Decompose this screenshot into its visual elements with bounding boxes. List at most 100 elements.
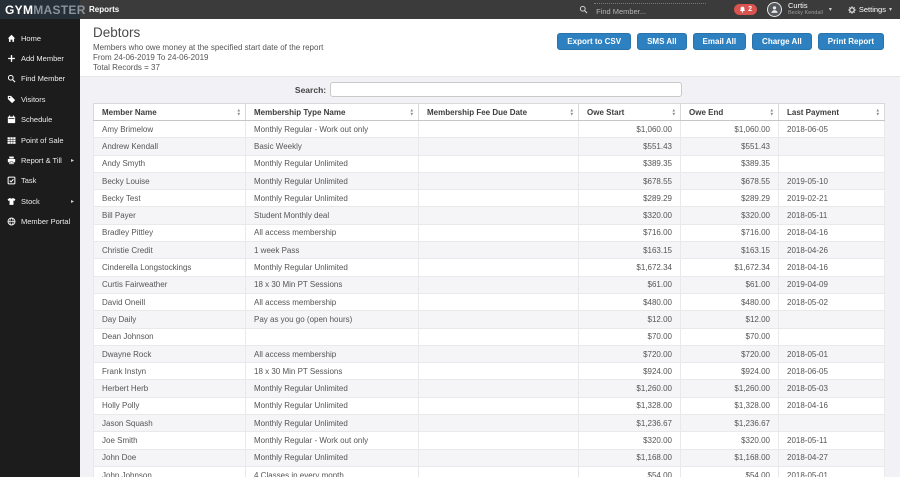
cell-owe-start: $720.00	[578, 344, 681, 364]
email-all-button[interactable]: Email All	[692, 33, 747, 50]
table-row[interactable]: Andrew Kendall Basic Weekly $551.43 $551.43	[93, 137, 885, 156]
sidebar-item-report-till[interactable]: Report & Till ▸	[0, 150, 80, 170]
shirt-icon	[7, 197, 16, 206]
cell-owe-start: $1,168.00	[578, 448, 681, 467]
notification-badge[interactable]: 2	[734, 4, 757, 15]
cell-last-payment: 2018-05-11	[778, 206, 885, 225]
sidebar-item-label: Add Member	[21, 54, 64, 64]
table-row[interactable]: Bradley Pittley All access membership $716…	[93, 223, 885, 243]
table-row[interactable]: Becky Louise Monthly Regular Unlimited $67…	[93, 171, 885, 191]
cell-membership-type-name: 18 x 30 Min PT Sessions	[245, 275, 419, 294]
table-row[interactable]: Dwayne Rock All access membership $720.00 $…	[93, 344, 885, 364]
sidebar-item-point-of-sale[interactable]: Point of Sale	[0, 130, 80, 150]
logo-master-text: MASTER	[33, 2, 86, 17]
user-name: Curtis	[788, 1, 808, 11]
table-row[interactable]: Dean Johnson $70.00 $70.00	[93, 327, 885, 346]
table-row[interactable]: Curtis Fairweather 18 x 30 Min PT Session…	[93, 275, 885, 294]
avatar[interactable]	[767, 2, 782, 17]
cell-owe-end: $551.43	[680, 137, 779, 156]
search-input[interactable]	[330, 82, 683, 97]
cell-member-name: Day Daily	[93, 310, 246, 329]
cell-owe-start: $1,260.00	[578, 379, 681, 398]
sms-all-button[interactable]: SMS All	[637, 33, 687, 50]
cell-member-name: Becky Louise	[93, 171, 246, 191]
column-header-owe-start[interactable]: Owe Start ▲ ▼	[578, 103, 681, 121]
main-content: Debtors Members who owe money at the spe…	[80, 19, 900, 477]
cell-member-name: Herbert Herb	[93, 379, 246, 398]
column-header-last-payment[interactable]: Last Payment ▲ ▼	[778, 103, 885, 121]
column-header-owe-end[interactable]: Owe End ▲ ▼	[680, 103, 779, 121]
task-icon	[7, 176, 16, 185]
cell-membership-type-name: Monthly Regular Unlimited	[245, 396, 419, 416]
sidebar-item-label: Report & Till	[21, 156, 62, 166]
cell-member-name: Holly Polly	[93, 396, 246, 416]
cell-owe-end: $1,236.67	[680, 414, 779, 433]
column-header-member-name[interactable]: Member Name ▲ ▼	[93, 103, 246, 121]
cell-membership-type-name: Monthly Regular Unlimited	[245, 379, 419, 398]
sidebar-item-label: Schedule	[21, 115, 53, 125]
table-row[interactable]: Herbert Herb Monthly Regular Unlimited $1,…	[93, 379, 885, 398]
cell-member-name: Curtis Fairweather	[93, 275, 246, 294]
settings-menu[interactable]: Settings ▾	[848, 5, 892, 14]
table-row[interactable]: Frank Instyn 18 x 30 Min PT Sessions $924.…	[93, 362, 885, 381]
sidebar-item-home[interactable]: Home	[0, 28, 80, 48]
cell-membership-fee-due-date	[418, 448, 579, 467]
export-to-csv-button[interactable]: Export to CSV	[557, 33, 632, 50]
table-row[interactable]: Becky Test Monthly Regular Unlimited $289.…	[93, 189, 885, 208]
table-row[interactable]: John Doe Monthly Regular Unlimited $1,168.…	[93, 448, 885, 467]
search-icon	[7, 74, 16, 83]
table-row[interactable]: Joe Smith Monthly Regular - Work out only…	[93, 431, 885, 450]
cell-membership-fee-due-date	[418, 171, 579, 191]
gear-icon	[848, 5, 856, 14]
cell-membership-type-name	[245, 327, 419, 346]
cell-membership-fee-due-date	[418, 275, 579, 294]
table-row[interactable]: Holly Polly Monthly Regular Unlimited $1,3…	[93, 396, 885, 416]
charge-all-button[interactable]: Charge All	[752, 33, 812, 50]
sidebar-item-find-member[interactable]: Find Member	[0, 69, 80, 89]
add-member-icon	[7, 54, 16, 63]
cell-owe-end: $389.35	[680, 154, 779, 173]
topbar-right: 2 Curtis Becky Kendall ▾ Settings ▾	[579, 0, 900, 19]
sidebar-item-schedule[interactable]: Schedule	[0, 110, 80, 130]
cell-owe-end: $12.00	[680, 310, 779, 329]
sidebar-item-task[interactable]: Task	[0, 171, 80, 191]
cell-membership-type-name: 4 Classes in every month	[245, 465, 419, 477]
table-row[interactable]: Day Daily Pay as you go (open hours) $12.0…	[93, 310, 885, 329]
sidebar-item-stock[interactable]: Stock ▸	[0, 191, 80, 211]
find-member-input[interactable]	[594, 3, 707, 16]
cell-member-name: Joe Smith	[93, 431, 246, 450]
cell-membership-type-name: Monthly Regular Unlimited	[245, 171, 419, 191]
table-row[interactable]: Cinderella Longstockings Monthly Regular …	[93, 258, 885, 277]
column-header-membership-fee-due-date[interactable]: Membership Fee Due Date ▲ ▼	[418, 103, 579, 121]
tags-icon	[7, 95, 16, 104]
sidebar-item-label: Member Portal	[21, 217, 71, 227]
table-row[interactable]: David Oneill All access membership $480.00…	[93, 292, 885, 312]
cell-last-payment: 2018-05-01	[778, 344, 885, 364]
sidebar-item-member-portal[interactable]: Member Portal	[0, 212, 80, 232]
sidebar-item-visitors[interactable]: Visitors	[0, 89, 80, 109]
table-row[interactable]: Andy Smyth Monthly Regular Unlimited $389.…	[93, 154, 885, 173]
report-actions: Export to CSV SMS All Email All Charge All P…	[557, 33, 884, 50]
user-menu[interactable]: Curtis Becky Kendall	[788, 2, 823, 17]
cell-owe-end: $1,328.00	[680, 396, 779, 416]
table-row[interactable]: Christie Credit 1 week Pass $163.15 $163.15…	[93, 241, 885, 260]
table-row[interactable]: Amy Brimelow Monthly Regular - Work out o…	[93, 119, 885, 139]
cell-membership-fee-due-date	[418, 344, 579, 364]
cell-owe-start: $1,328.00	[578, 396, 681, 416]
table-row[interactable]: John Johnson 4 Classes in every month $54.…	[93, 465, 885, 477]
sidebar-item-label: Find Member	[21, 74, 66, 84]
gymmaster-logo[interactable]: GYM MASTER	[0, 0, 85, 19]
print-report-button[interactable]: Print Report	[817, 33, 884, 50]
app-window: GYMMASTER Reports 2 Curtis Becky Kendal	[0, 0, 900, 477]
sidebar-item-label: Visitors	[21, 94, 46, 104]
table-row[interactable]: Bill Payer Student Monthly deal $320.00 $32…	[93, 206, 885, 225]
cell-membership-type-name: Monthly Regular Unlimited	[245, 258, 419, 277]
sidebar-item-label: Task	[21, 176, 37, 186]
cell-last-payment	[778, 310, 885, 329]
column-header-membership-type-name[interactable]: Membership Type Name ▲ ▼	[245, 103, 419, 121]
table-row[interactable]: Jason Squash Monthly Regular Unlimited $1,…	[93, 414, 885, 433]
sidebar-item-add-member[interactable]: Add Member	[0, 48, 80, 68]
cell-last-payment: 2018-05-01	[778, 465, 885, 477]
cell-membership-type-name: Monthly Regular - Work out only	[245, 119, 419, 139]
cell-last-payment: 2019-05-10	[778, 171, 885, 191]
